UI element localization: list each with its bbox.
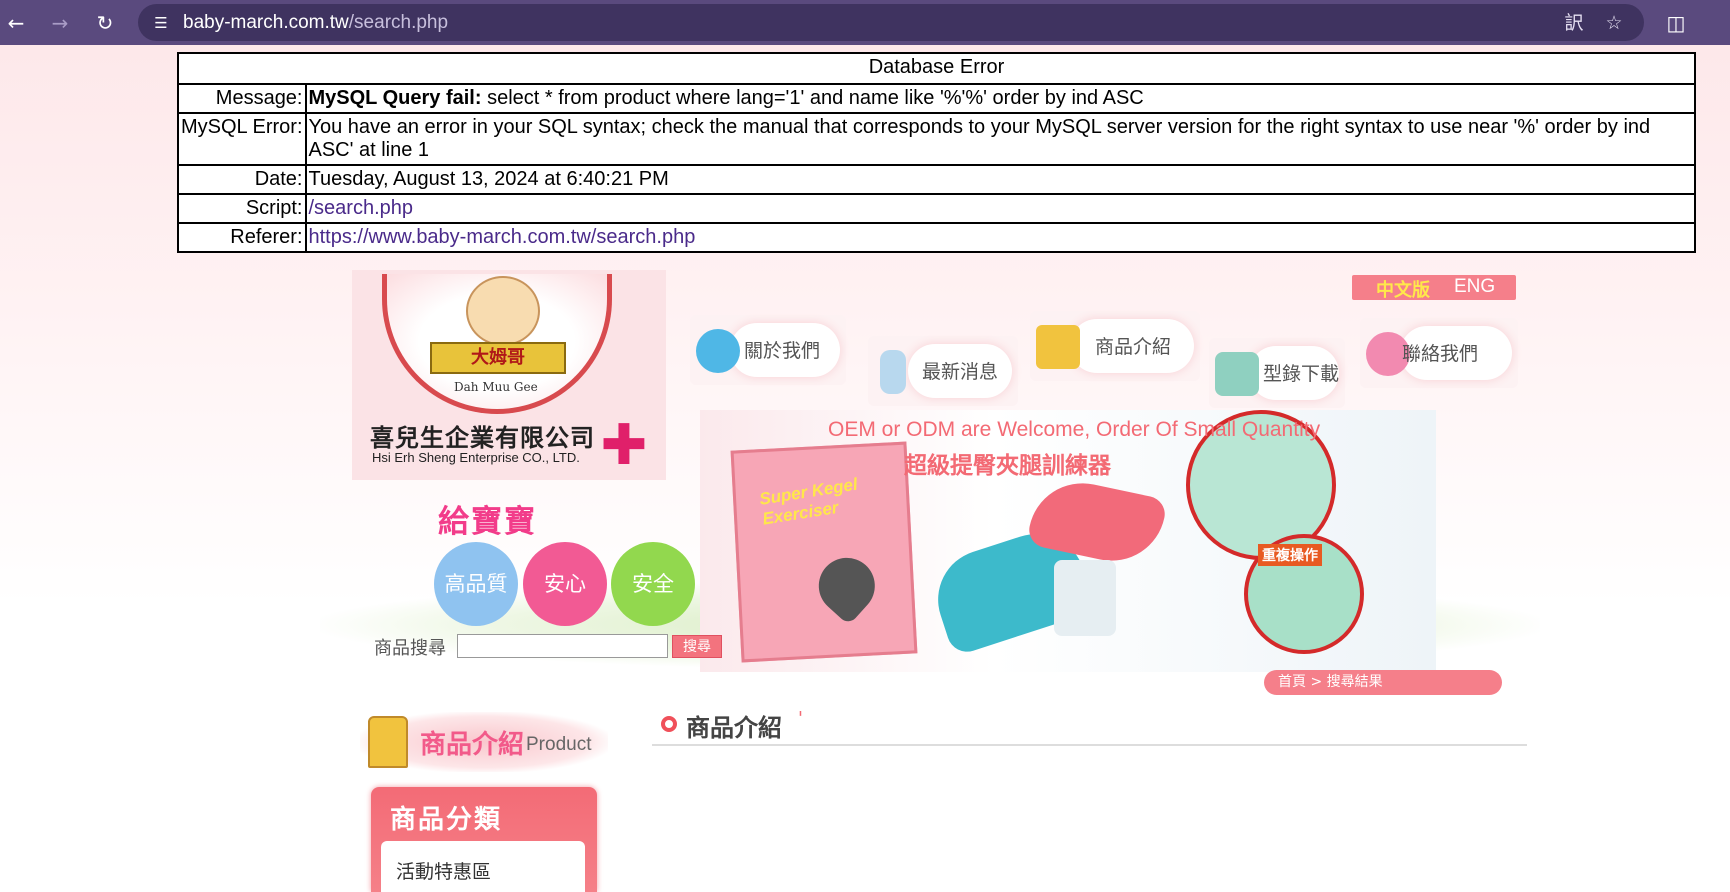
repeat-operation-tag: 重複操作 [1258,544,1322,566]
referer-label: Referer: [177,222,307,253]
forward-icon[interactable]: → [46,9,74,37]
lang-zh-link[interactable]: 中文版 [1376,276,1430,302]
url-path: /search.php [348,12,449,33]
error-heading: Database Error [177,52,1696,85]
category-title: 商品分類 [390,805,503,835]
medical-cross-icon: ✚ [600,413,648,478]
sidebar-product-heading: 商品介紹 Product [360,712,608,772]
breadcrumb[interactable]: 首頁 > 搜尋結果 [1264,670,1502,695]
script-label: Script: [177,193,307,224]
crib-icon [368,716,408,768]
nav-about-label: 關於我們 [744,340,821,362]
search-input[interactable] [457,634,668,658]
reload-icon[interactable]: ↻ [91,9,119,37]
crib-icon [1036,325,1080,369]
sidebar-heading-en: Product [526,734,592,755]
main-content-header: 商品介紹 ' [652,706,1527,746]
back-icon[interactable]: ← [2,9,30,37]
message-value: MySQL Query fail: select * from product … [304,83,1696,114]
url-host: baby-march.com.tw [183,12,349,33]
banner-tagline-cn: 超級提臀夾腿訓練器 [904,453,1111,479]
search-button[interactable]: 搜尋 [672,635,722,658]
nav-news-label: 最新消息 [922,361,999,383]
query-fail-label: MySQL Query fail: [308,87,482,109]
nav-news[interactable]: 最新消息 [868,336,1018,406]
device-stand-image [1054,560,1116,636]
company-name-en: Hsi Erh Sheng Enterprise CO., LTD. [372,450,580,465]
category-list: 活動特惠區 [381,841,585,892]
search-query-text: ' [798,708,803,729]
script-value: /search.php [304,193,1696,224]
bookmark-star-icon[interactable]: ☆ [1602,12,1626,34]
company-name-cn: 喜兒生企業有限公司 [370,424,595,452]
referer-link[interactable]: https://www.baby-march.com.tw/search.php [309,226,696,248]
browser-toolbar: ← → ↻ ☰ baby-march.com.tw/search.php 訳 ☆… [0,0,1730,45]
query-text: select * from product where lang='1' and… [481,87,1144,109]
nav-contact-label: 聯絡我們 [1402,343,1479,365]
logo-brand-en: Dah Muu Gee [454,380,538,394]
bubble-safety: 安全 [611,542,695,626]
script-link[interactable]: /search.php [309,197,414,219]
message-label: Message: [177,83,307,114]
search-label: 商品搜尋 [374,638,446,659]
category-panel: 商品分類 活動特惠區 [371,787,597,892]
nav-products[interactable]: 商品介紹 [1030,311,1200,381]
bottle-icon [880,350,906,394]
nav-contact[interactable]: 聯絡我們 [1360,318,1518,388]
logo-ribbon: 大姆哥 [430,342,566,374]
date-label: Date: [177,164,307,195]
language-switcher: 中文版 ENG [1352,275,1516,302]
extensions-icon[interactable]: ◫ [1662,9,1690,37]
translate-icon[interactable]: 訳 [1562,12,1586,34]
sidebar-heading-cn: 商品介紹 [420,730,525,760]
bubble-quality: 高品質 [434,542,518,626]
site-logo[interactable]: 大姆哥 Dah Muu Gee 喜兒生企業有限公司 Hsi Erh Sheng … [352,270,666,480]
mysql-error-value: You have an error in your SQL syntax; ch… [304,112,1696,166]
give-baby-heading: 給寶寶 [438,504,537,540]
nav-catalog-label: 型錄下載 [1263,363,1340,385]
page-title: 商品介紹 [686,714,782,742]
nav-about[interactable]: 關於我們 [690,315,846,385]
bubble-reassurance: 安心 [523,542,607,626]
pacifier-icon [696,329,740,373]
database-error-table: Database Error Message: MySQL Query fail… [177,52,1696,253]
mysql-error-label: MySQL Error: [177,112,307,166]
banner-tagline-en: OEM or ODM are Welcome, Order Of Small Q… [828,418,1321,441]
date-value: Tuesday, August 13, 2024 at 6:40:21 PM [304,164,1696,195]
nav-products-label: 商品介紹 [1095,336,1172,358]
baby-mascot-icon [466,276,540,346]
category-item[interactable]: 活動特惠區 [396,857,491,884]
box-title: Super Kegel Exerciser [757,474,859,529]
url-text[interactable]: baby-march.com.tw/search.php [183,12,448,34]
kegel-box-image: Super Kegel Exerciser [730,441,918,663]
site-info-icon[interactable]: ☰ [150,12,172,34]
nav-catalog[interactable]: 型錄下載 [1209,338,1345,408]
lang-en-link[interactable]: ENG [1454,276,1495,298]
address-bar[interactable]: ☰ baby-march.com.tw/search.php 訳 ☆ [138,4,1644,41]
heart-icon [807,546,887,626]
ring-bullet-icon [661,716,677,732]
onesie-icon [1215,352,1259,396]
referer-value: https://www.baby-march.com.tw/search.php [304,222,1696,253]
